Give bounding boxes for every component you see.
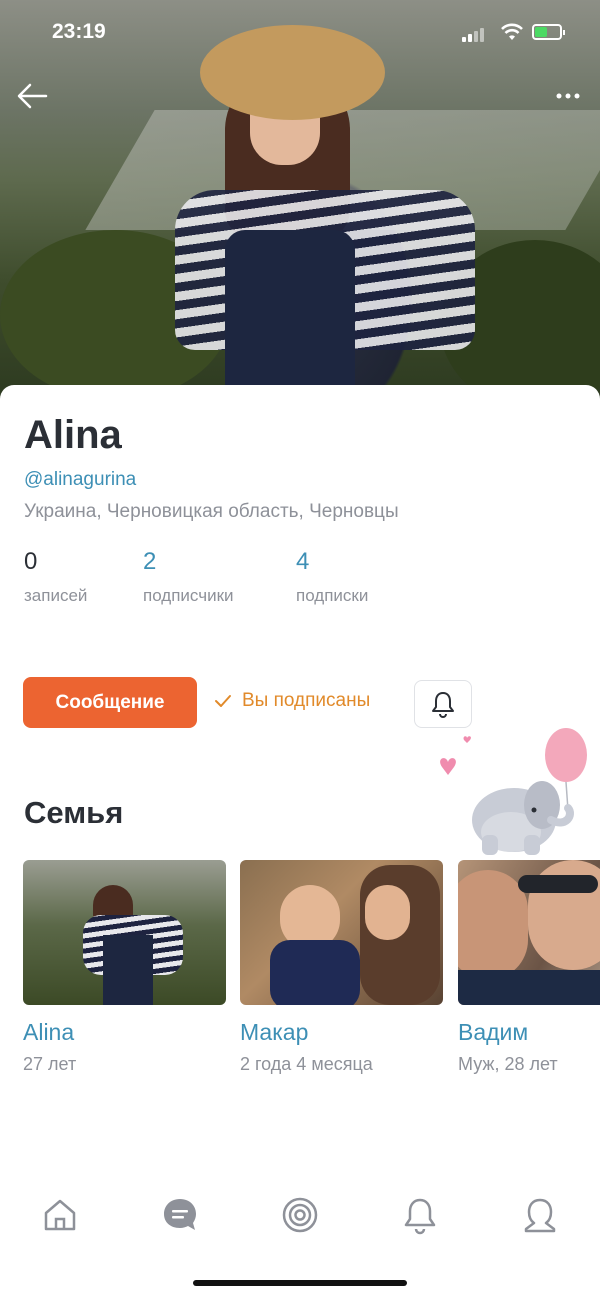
family-photo-alina [23, 860, 226, 1005]
wifi-icon [501, 23, 523, 40]
family-card-vadim[interactable]: Вадим Муж, 28 лет [458, 860, 600, 1075]
profile-handle[interactable]: @alinagurina [24, 469, 136, 491]
family-card-alina[interactable]: Alina 27 лет [23, 860, 226, 1075]
profile-location: Украина, Черновицкая область, Черновцы [24, 501, 399, 522]
stat-followers[interactable]: 2 подписчики [143, 548, 234, 606]
bottom-tab-bar [0, 1185, 600, 1245]
family-name-makar: Макар [240, 1019, 309, 1045]
family-card-makar[interactable]: Макар 2 года 4 месяца [240, 860, 443, 1075]
discover-icon[interactable] [280, 1195, 320, 1235]
family-carousel[interactable]: Alina 27 лет Макар 2 года 4 месяца Вадим… [0, 860, 600, 1100]
stat-followers-value: 2 [143, 548, 157, 575]
bell-icon [432, 692, 454, 718]
home-indicator [193, 1280, 407, 1286]
stat-posts[interactable]: 0 записей [24, 548, 87, 606]
stat-posts-value: 0 [24, 548, 38, 575]
subscribed-status[interactable]: Вы подписаны [214, 690, 370, 712]
status-time: 23:19 [52, 20, 106, 43]
status-bar: 23:19 [0, 0, 600, 66]
more-options-icon[interactable] [550, 84, 586, 108]
family-name-alina: Alina [23, 1019, 75, 1045]
profile-sheet: Alina @alinagurina Украина, Черновицкая … [0, 385, 600, 1298]
check-icon [215, 695, 231, 707]
notifications-icon[interactable] [400, 1195, 440, 1235]
family-info-alina: 27 лет [23, 1054, 77, 1074]
family-photo-vadim [458, 860, 600, 1005]
stat-following[interactable]: 4 подписки [296, 548, 368, 606]
battery-icon [532, 24, 565, 40]
back-arrow-icon[interactable] [14, 80, 50, 112]
family-photo-makar [240, 860, 443, 1005]
chat-icon[interactable] [160, 1195, 200, 1235]
stat-followers-label: подписчики [143, 586, 234, 605]
signal-icon [462, 24, 486, 42]
message-button[interactable]: Сообщение [23, 677, 197, 728]
family-info-makar: 2 года 4 месяца [240, 1054, 373, 1074]
stat-posts-label: записей [24, 586, 88, 605]
stat-following-label: подписки [296, 586, 369, 605]
profile-name: Alina [24, 413, 122, 457]
elephant-balloon-illustration [440, 728, 587, 855]
family-section-title: Семья [24, 795, 124, 830]
profile-icon[interactable] [520, 1195, 560, 1235]
family-name-vadim: Вадим [458, 1019, 529, 1045]
family-info-vadim: Муж, 28 лет [458, 1054, 558, 1074]
subscribed-label: Вы подписаны [242, 690, 371, 711]
stat-following-value: 4 [296, 548, 310, 575]
home-icon[interactable] [40, 1195, 80, 1235]
